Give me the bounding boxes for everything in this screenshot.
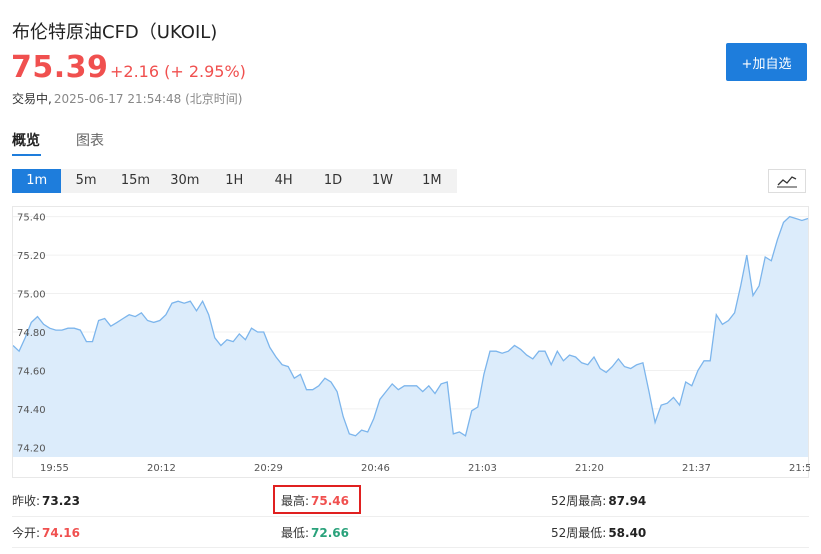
x-tick-label: 20:12 <box>147 463 176 474</box>
stat-value: 72.66 <box>311 526 350 540</box>
period-1w[interactable]: 1W <box>358 169 407 193</box>
highlight-box <box>273 485 361 514</box>
stat-value: 87.94 <box>608 494 647 508</box>
price-chart-svg: 75.40 75.20 75.00 74.80 74.60 74.40 74.20 19:5… <box>13 213 810 474</box>
x-tick-label: 21:03 <box>468 463 497 474</box>
stat-label: 最低: <box>281 526 310 540</box>
stats-divider <box>12 547 809 548</box>
y-tick-label: 74.20 <box>17 443 46 454</box>
x-tick-label: 21:20 <box>575 463 604 474</box>
tab-overview[interactable]: 概览 <box>12 130 40 150</box>
stat-label: 昨收: <box>12 494 41 508</box>
y-tick-label: 75.40 <box>17 213 46 224</box>
stat-open: 今开: 74.16 <box>12 524 80 541</box>
stat-52w-high: 52周最高: 87.94 <box>551 492 646 509</box>
x-tick-label: 21:37 <box>682 463 711 474</box>
instrument-title: 布伦特原油CFD（UKOIL) <box>12 22 218 43</box>
period-1mo[interactable]: 1M <box>407 169 456 193</box>
stats-panel: 昨收: 73.23 最高: 75.46 52周最高: 87.94 今开: 74.16 最… <box>0 482 821 554</box>
period-30m[interactable]: 30m <box>160 169 209 193</box>
last-price: 75.39 <box>11 50 109 85</box>
stat-prev-close: 昨收: 73.23 <box>12 492 80 509</box>
add-to-watchlist-button[interactable]: +加自选 <box>726 43 807 81</box>
period-15m[interactable]: 15m <box>111 169 160 193</box>
y-tick-label: 74.80 <box>17 328 46 339</box>
period-selector: 1m 5m 15m 30m 1H 4H 1D 1W 1M <box>12 169 457 193</box>
stat-value: 73.23 <box>42 494 81 508</box>
period-1h[interactable]: 1H <box>210 169 259 193</box>
y-tick-label: 75.20 <box>17 251 46 262</box>
period-1m[interactable]: 1m <box>12 169 62 193</box>
price-change: +2.16 (+ 2.95%) <box>110 62 246 81</box>
chart-area-fill <box>13 216 808 457</box>
x-tick-label: 20:29 <box>254 463 283 474</box>
stats-divider <box>12 516 809 517</box>
y-tick-label: 74.40 <box>17 405 46 416</box>
period-5m[interactable]: 5m <box>61 169 110 193</box>
stat-label: 52周最低: <box>551 526 607 540</box>
trading-status: 交易中, 2025-06-17 21:54:48 (北京时间) <box>12 90 242 107</box>
price-chart[interactable]: 75.40 75.20 75.00 74.80 74.60 74.40 74.20 19:5… <box>12 206 810 478</box>
stat-52w-low: 52周最低: 58.40 <box>551 524 646 541</box>
line-chart-icon <box>777 176 797 188</box>
period-4h[interactable]: 4H <box>259 169 308 193</box>
y-tick-label: 75.00 <box>17 290 46 301</box>
stat-label: 52周最高: <box>551 494 607 508</box>
y-tick-label: 74.60 <box>17 366 46 377</box>
stat-value: 58.40 <box>608 526 647 540</box>
stat-low: 最低: 72.66 <box>281 524 349 541</box>
x-tick-label: 20:46 <box>361 463 390 474</box>
status-label: 交易中, <box>12 92 52 106</box>
period-1d[interactable]: 1D <box>308 169 357 193</box>
tab-chart[interactable]: 图表 <box>76 130 104 150</box>
stat-label: 今开: <box>12 526 41 540</box>
x-tick-label: 19:55 <box>40 463 69 474</box>
chart-type-button[interactable] <box>768 169 806 193</box>
active-tab-indicator <box>12 154 41 156</box>
stat-value: 74.16 <box>42 526 81 540</box>
timestamp: 2025-06-17 21:54:48 (北京时间) <box>53 92 243 106</box>
x-tick-label: 21:5 <box>789 463 810 474</box>
